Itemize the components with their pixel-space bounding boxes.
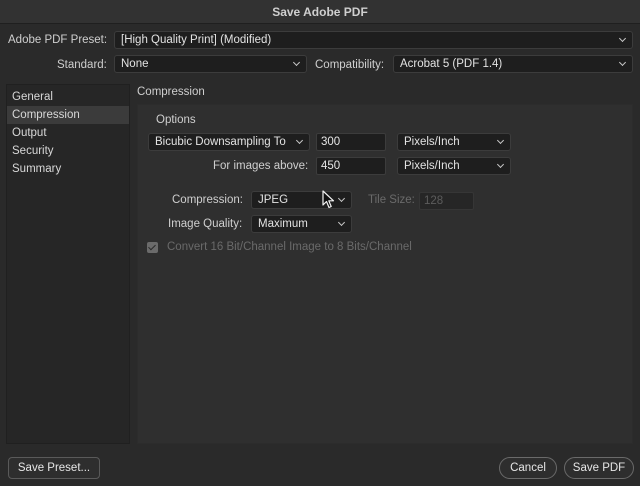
standard-label: Standard: [57, 59, 107, 71]
compression-select-value: JPEG [258, 194, 289, 206]
images-above-input[interactable]: 450 [316, 157, 386, 175]
chevron-down-icon [496, 137, 506, 147]
sidebar-item-general[interactable]: General [7, 88, 129, 106]
image-quality-select-value: Maximum [258, 218, 308, 230]
sidebar-item-label: General [12, 91, 53, 103]
images-above-unit-select[interactable]: Pixels/Inch [397, 157, 511, 175]
preset-select-value: [High Quality Print] (Modified) [121, 34, 272, 46]
tile-size-input[interactable]: 128 [419, 192, 474, 210]
cancel-button[interactable]: Cancel [499, 457, 557, 479]
save-preset-button-label: Save Preset... [17, 462, 91, 474]
preset-select[interactable]: [High Quality Print] (Modified) [114, 31, 633, 49]
save-pdf-button-label: Save PDF [572, 462, 626, 474]
standard-select[interactable]: None [114, 55, 307, 73]
resolution-input-value: 300 [321, 136, 341, 148]
options-panel [137, 104, 633, 444]
convert-16bit-label: Convert 16 Bit/Channel Image to 8 Bits/C… [167, 241, 412, 253]
compression-select[interactable]: JPEG [251, 191, 352, 209]
save-preset-button[interactable]: Save Preset... [8, 457, 100, 479]
downsampling-select-value: Bicubic Downsampling To [155, 136, 286, 148]
compatibility-label: Compatibility: [315, 59, 385, 71]
window-titlebar: Save Adobe PDF [0, 0, 640, 24]
chevron-down-icon [292, 59, 302, 69]
images-above-input-value: 450 [321, 160, 341, 172]
sidebar-item-compression[interactable]: Compression [7, 106, 129, 124]
mouse-cursor-icon [322, 190, 335, 209]
resolution-unit-select[interactable]: Pixels/Inch [397, 133, 511, 151]
chevron-down-icon [618, 59, 628, 69]
standard-select-value: None [121, 58, 149, 70]
chevron-down-icon [618, 35, 628, 45]
tile-size-label: Tile Size: [368, 194, 415, 206]
tile-size-input-value: 128 [424, 195, 444, 207]
sidebar-item-label: Compression [12, 109, 80, 121]
sidebar-item-label: Summary [12, 163, 62, 175]
image-quality-select[interactable]: Maximum [251, 215, 352, 233]
resolution-input[interactable]: 300 [316, 133, 386, 151]
chevron-down-icon [337, 195, 347, 205]
options-title: Options [156, 114, 196, 126]
images-above-unit-value: Pixels/Inch [404, 160, 460, 172]
sidebar: General Compression Output Security Summ… [6, 84, 130, 444]
preset-label: Adobe PDF Preset: [8, 34, 108, 46]
cancel-button-label: Cancel [510, 462, 546, 474]
images-above-label: For images above: [213, 160, 309, 172]
image-quality-label: Image Quality: [168, 218, 243, 230]
compatibility-select[interactable]: Acrobat 5 (PDF 1.4) [393, 55, 633, 73]
sidebar-item-label: Security [12, 145, 54, 157]
save-pdf-button[interactable]: Save PDF [564, 457, 634, 479]
resolution-unit-value: Pixels/Inch [404, 136, 460, 148]
compatibility-select-value: Acrobat 5 (PDF 1.4) [400, 58, 503, 70]
window-title: Save Adobe PDF [272, 4, 368, 19]
chevron-down-icon [337, 219, 347, 229]
convert-16bit-checkbox[interactable] [147, 242, 158, 253]
sidebar-item-summary[interactable]: Summary [7, 160, 129, 178]
sidebar-item-security[interactable]: Security [7, 142, 129, 160]
chevron-down-icon [496, 161, 506, 171]
sidebar-item-output[interactable]: Output [7, 124, 129, 142]
chevron-down-icon [295, 137, 305, 147]
sidebar-item-label: Output [12, 127, 47, 139]
compression-label: Compression: [172, 194, 243, 206]
downsampling-select[interactable]: Bicubic Downsampling To [148, 133, 310, 151]
section-title: Compression [137, 86, 205, 98]
